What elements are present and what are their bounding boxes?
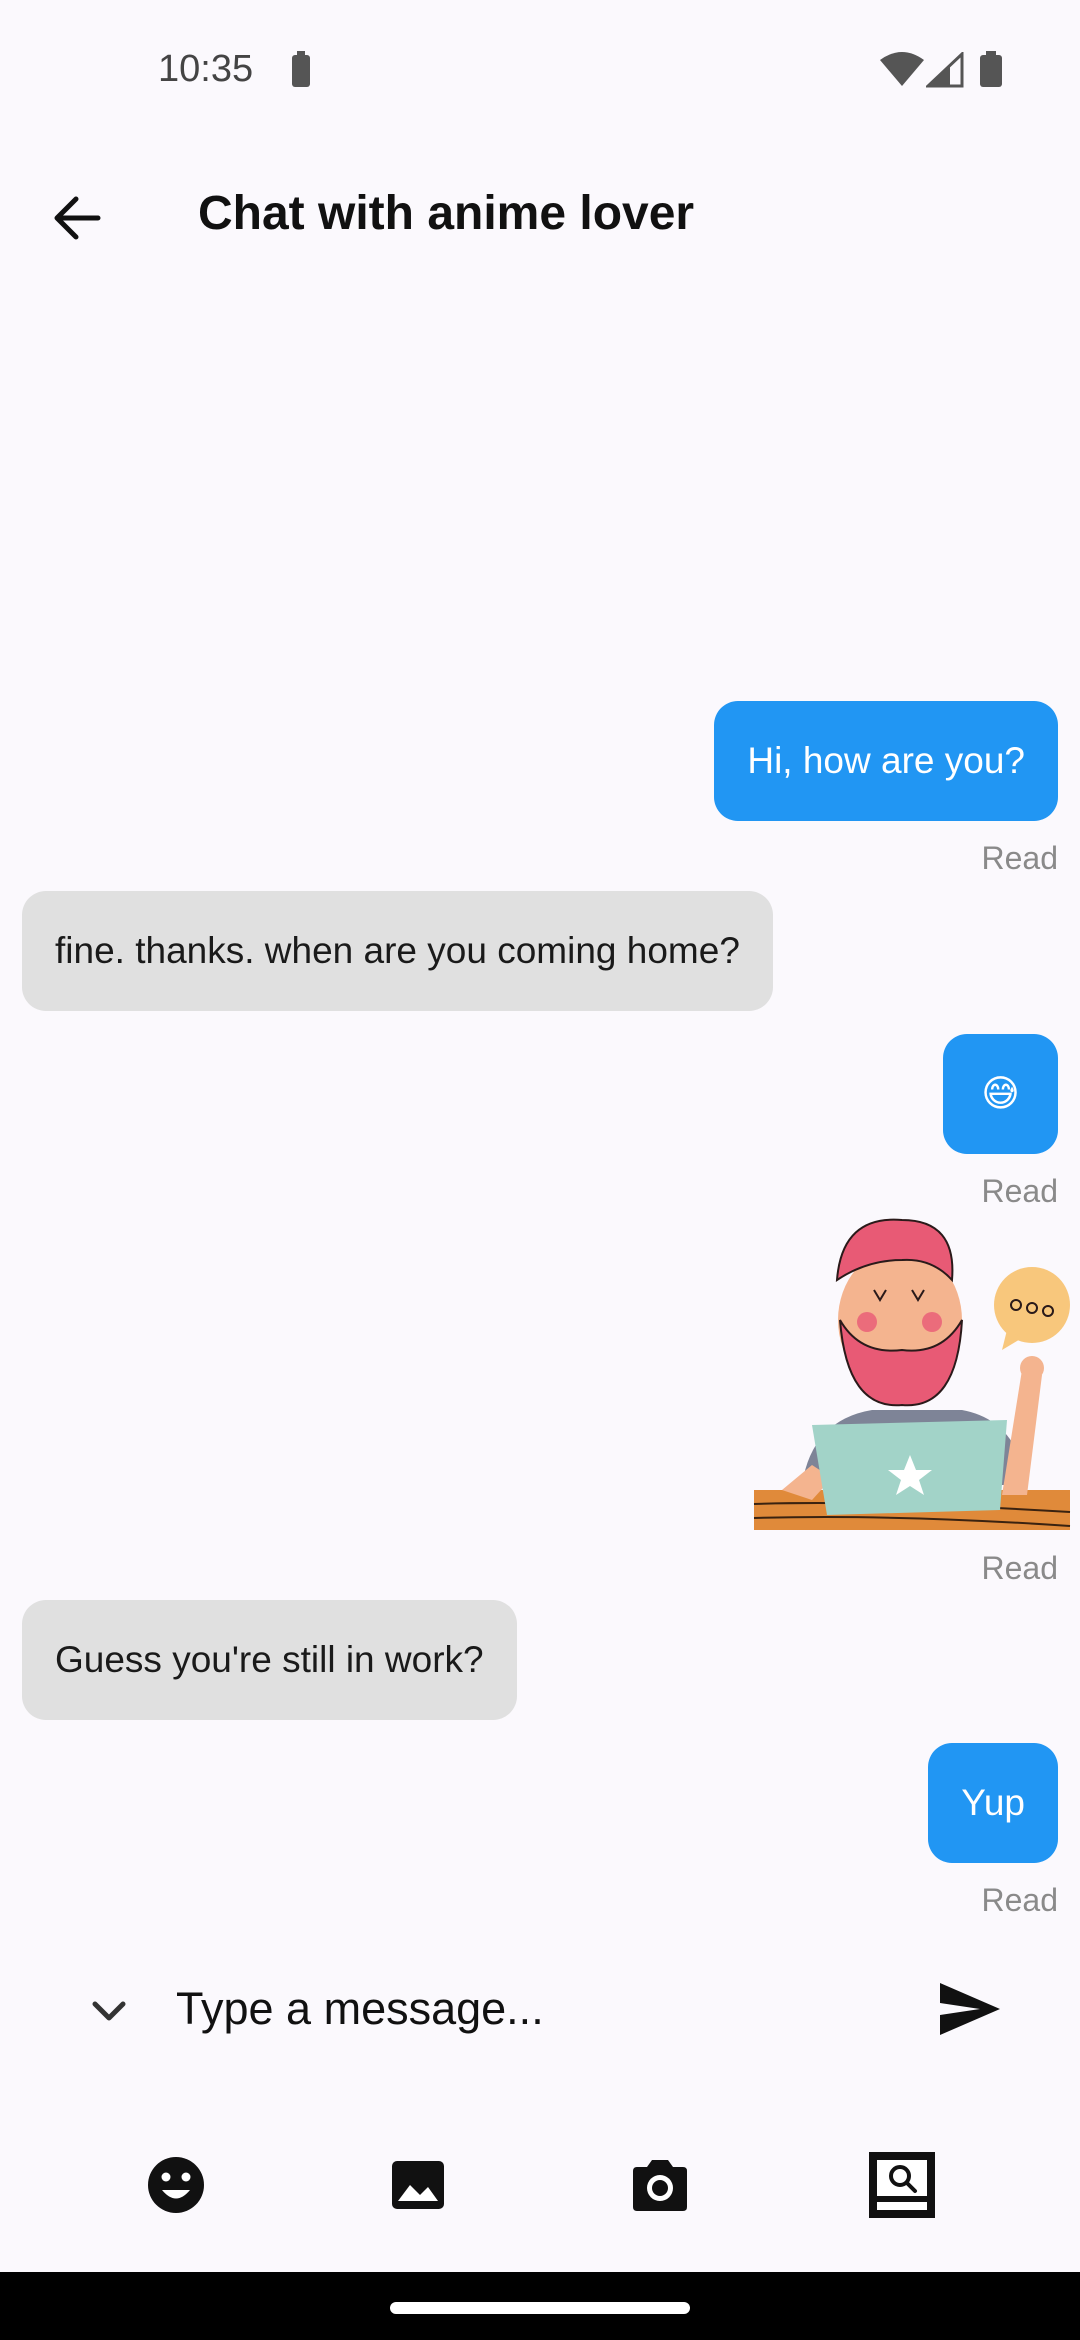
- screen-share-icon: [869, 2152, 935, 2218]
- message-bubble-incoming[interactable]: Guess you're still in work?: [22, 1600, 517, 1720]
- image-icon: [392, 2161, 444, 2209]
- attachment-toolbar: [0, 2140, 1080, 2230]
- chat-header: Chat with anime lover: [0, 160, 1080, 270]
- wifi-icon: [880, 52, 924, 86]
- read-receipt: Read: [981, 840, 1059, 876]
- emoji-icon: [148, 2157, 204, 2213]
- message-composer: [0, 1955, 1080, 2065]
- battery-icon: [980, 51, 1002, 87]
- status-time: 10:35: [158, 48, 254, 90]
- message-input[interactable]: [176, 1969, 876, 2049]
- camera-button[interactable]: [620, 2140, 700, 2230]
- message-bubble-outgoing[interactable]: Yup: [928, 1743, 1058, 1863]
- read-receipt: Read: [981, 1882, 1059, 1918]
- message-bubble-outgoing[interactable]: 😅: [943, 1034, 1058, 1154]
- read-receipt: Read: [981, 1550, 1059, 1586]
- sticker-image[interactable]: [752, 1210, 1072, 1545]
- arrow-back-icon: [54, 196, 101, 240]
- camera-icon: [633, 2160, 687, 2211]
- send-icon[interactable]: [938, 1981, 1002, 2037]
- back-button[interactable]: [38, 180, 118, 250]
- message-bubble-incoming[interactable]: fine. thanks. when are you coming home?: [22, 891, 773, 1011]
- message-bubble-outgoing[interactable]: Hi, how are you?: [714, 701, 1058, 821]
- system-navigation-bar: [0, 2272, 1080, 2340]
- gallery-button[interactable]: [378, 2140, 458, 2230]
- chat-title: Chat with anime lover: [198, 187, 695, 240]
- home-gesture-handle[interactable]: [390, 2302, 690, 2314]
- read-receipt: Read: [981, 1173, 1059, 1209]
- battery-saver-icon: [292, 51, 310, 87]
- signal-icon: [926, 52, 964, 88]
- chevron-down-icon[interactable]: [85, 1987, 133, 2035]
- status-bar: 10:35: [0, 0, 1080, 140]
- screen-share-button[interactable]: [862, 2140, 942, 2230]
- emoji-button[interactable]: [136, 2140, 216, 2230]
